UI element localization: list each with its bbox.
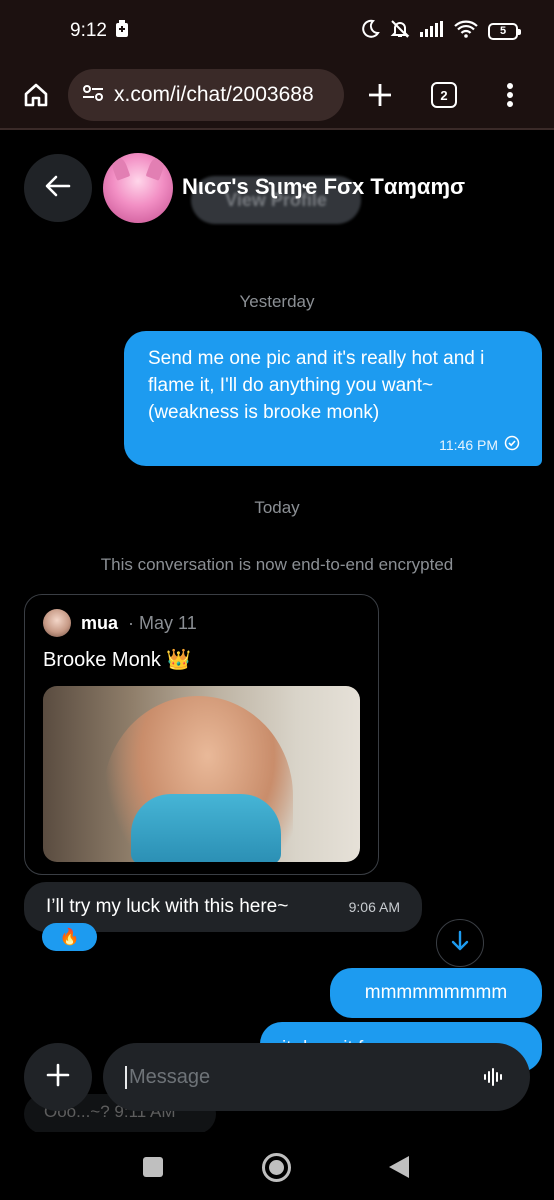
encryption-notice: This conversation is now end-to-end encr…	[100, 555, 454, 574]
address-bar[interactable]: x.com/i/chat/2003688	[68, 69, 344, 121]
tab-count: 2	[431, 82, 457, 108]
add-attachment-button[interactable]	[24, 1043, 92, 1111]
system-nav-bar	[0, 1132, 554, 1200]
quoted-post-username: mua	[81, 612, 119, 633]
status-bar: 9:12 5	[0, 0, 554, 62]
message-text: Send me one pic and it's really hot and …	[148, 348, 485, 423]
tab-switcher-button[interactable]: 2	[422, 73, 466, 117]
message-input[interactable]	[125, 1065, 465, 1089]
home-icon[interactable]	[18, 77, 54, 113]
site-settings-icon[interactable]	[82, 84, 104, 107]
status-time: 9:12	[70, 20, 107, 41]
quoted-post-avatar	[43, 609, 71, 637]
chat-title: Nιcσ's Sʅιɱҽ Fσx Tαɱαɱσ	[182, 174, 466, 199]
signal-icon	[420, 20, 444, 42]
message-composer	[103, 1043, 530, 1111]
message-time: 11:46 PM	[439, 436, 498, 453]
date-divider: Yesterday	[239, 292, 315, 311]
back-triangle-icon[interactable]	[389, 1156, 409, 1178]
more-menu-icon[interactable]	[488, 73, 532, 117]
quoted-post-card[interactable]: mua · May 11 Brooke Monk 👑	[24, 594, 379, 875]
avatar[interactable]	[103, 153, 173, 223]
voice-message-icon[interactable]	[480, 1063, 508, 1091]
moon-icon	[360, 19, 380, 44]
message-time: 9:06 AM	[348, 899, 400, 915]
message-meta: 11:46 PM	[439, 435, 520, 454]
reaction-badge[interactable]: 🔥	[42, 923, 97, 951]
quoted-post-date: · May 11	[128, 612, 197, 633]
message-text: I’ll try my luck with this here~	[46, 896, 289, 917]
quoted-post-text: Brooke Monk 👑	[43, 649, 192, 671]
battery-saver-icon	[115, 19, 129, 43]
arrow-down-icon	[451, 930, 469, 957]
battery-icon: 5	[488, 22, 521, 40]
photo-clothing	[131, 794, 281, 862]
read-check-icon	[504, 435, 520, 454]
message-outgoing[interactable]: Send me one pic and it's really hot and …	[124, 331, 542, 466]
browser-toolbar: x.com/i/chat/2003688 2	[0, 62, 554, 130]
bell-off-icon	[390, 19, 410, 44]
new-tab-icon[interactable]	[358, 73, 402, 117]
scroll-to-bottom-button[interactable]	[436, 919, 484, 967]
date-divider: Today	[254, 498, 300, 517]
home-circle-icon[interactable]	[262, 1153, 291, 1182]
url-text: x.com/i/chat/2003688	[114, 83, 314, 106]
quoted-post-header: mua · May 11	[43, 609, 197, 637]
arrow-left-icon	[45, 175, 71, 202]
plus-icon	[46, 1063, 70, 1092]
wifi-icon	[454, 20, 478, 43]
quoted-post-image[interactable]	[43, 686, 360, 862]
back-button[interactable]	[24, 154, 92, 222]
message-outgoing[interactable]: mmmmmmmmm	[330, 968, 542, 1018]
recents-icon[interactable]	[143, 1157, 163, 1177]
